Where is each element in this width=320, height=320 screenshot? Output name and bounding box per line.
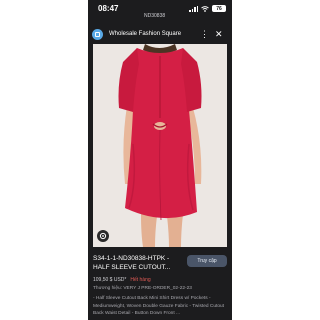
zoom-lens-icon[interactable]	[97, 230, 109, 242]
status-time: 08:47	[98, 4, 119, 13]
status-icons: 76	[189, 5, 226, 12]
status-bar: 08:47 ND30838 76	[88, 0, 232, 19]
close-icon[interactable]: ✕	[215, 28, 223, 40]
dress-photo	[93, 44, 227, 247]
signal-icon	[189, 5, 198, 12]
price-row: 109,50 $ USD* Hết hàng	[93, 277, 151, 283]
product-image[interactable]	[93, 44, 227, 247]
visit-button[interactable]: Truy cập	[187, 255, 227, 267]
brand-line: Thương hiệu: VERY J PRE-ORDER_02-22-23	[93, 286, 192, 291]
battery-icon: 76	[212, 5, 226, 12]
store-logo-icon	[92, 29, 103, 40]
product-title: S34-1-1-ND30838-HTPK - HALF SLEEVE CUTOU…	[93, 255, 171, 271]
product-description: - Half Sleeve Cutout Back Mini Shirt Dre…	[93, 296, 224, 316]
stock-status: Hết hàng	[130, 277, 151, 283]
more-vertical-icon[interactable]: ⋮	[200, 28, 209, 40]
status-url: ND30838	[144, 13, 166, 19]
phone-screen: 08:47 ND30838 76 Wholesale Fashion Squar…	[88, 0, 232, 320]
wifi-icon	[201, 5, 209, 12]
app-title: Wholesale Fashion Square	[109, 31, 182, 37]
price: 109,50 $ USD*	[93, 277, 127, 283]
